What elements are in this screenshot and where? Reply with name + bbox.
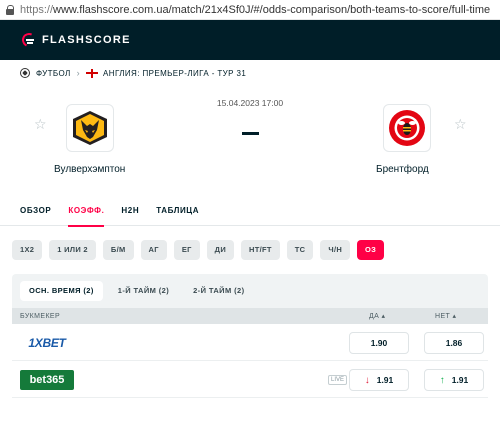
chip-ht-ft[interactable]: HT/FT (241, 240, 280, 260)
odd-no[interactable]: ↑ 1.91 (424, 369, 484, 391)
breadcrumb-league[interactable]: АНГЛИЯ: ПРЕМЬЕР-ЛИГА - ТУР 31 (103, 69, 246, 78)
table-row: 1XBET 1.90 1.86 (12, 324, 488, 361)
tab-odds[interactable]: КОЭФФ. (68, 196, 105, 227)
home-team-logo[interactable] (66, 104, 114, 152)
odd-value: 1.86 (445, 338, 463, 348)
england-flag-icon (86, 68, 99, 78)
flashscore-logo[interactable]: FLASHSCORE (20, 31, 131, 49)
odds-panel: ОСН. ВРЕМЯ (2) 1-Й ТАЙМ (2) 2-Й ТАЙМ (2)… (12, 274, 488, 398)
bet-type-selector: 1X2 1 ИЛИ 2 Б/М АГ ЕГ ДИ HT/FT ТС Ч/Н ОЗ (0, 226, 500, 274)
url-protocol: https:// (20, 3, 54, 16)
wolves-crest-icon (73, 111, 107, 145)
brentford-crest-icon (389, 110, 425, 146)
favorite-home-star-icon[interactable]: ☆ (34, 116, 47, 133)
site-header: FLASHSCORE (0, 20, 500, 60)
odd-value: 1.91 (376, 375, 394, 385)
odds-table-header: БУКМЕКЕР ДА ▴ НЕТ ▴ (12, 308, 488, 324)
tab-h2h[interactable]: H2H (121, 196, 139, 226)
address-bar[interactable]: https://www.flashscore.com.ua/match/21x4… (0, 0, 500, 20)
chip-correct-score[interactable]: ТС (286, 240, 314, 260)
flashscore-logo-icon (20, 31, 38, 49)
match-header: ☆ Вулверхэмптон 15.04.2023 17:00 ☆ Брент… (0, 86, 500, 196)
chip-1x2[interactable]: 1X2 (12, 240, 43, 260)
col-bookmaker: БУКМЕКЕР (20, 312, 61, 320)
period-first-half[interactable]: 1-Й ТАЙМ (2) (109, 281, 178, 301)
match-tabs: ОБЗОР КОЭФФ. H2H ТАБЛИЦА (0, 196, 500, 227)
chip-1-or-2[interactable]: 1 ИЛИ 2 (49, 240, 96, 260)
table-row: bet365 LIVE ↓ 1.91 ↑ 1.91 (12, 361, 488, 398)
odd-yes[interactable]: 1.90 (349, 332, 409, 354)
chip-over-under[interactable]: Б/М (102, 240, 134, 260)
football-icon (20, 68, 30, 78)
breadcrumb-sport[interactable]: ФУТБОЛ (36, 69, 71, 78)
period-full-time[interactable]: ОСН. ВРЕМЯ (2) (20, 281, 103, 301)
tab-overview[interactable]: ОБЗОР (20, 196, 51, 226)
tab-standings[interactable]: ТАБЛИЦА (156, 196, 199, 226)
breadcrumb: ФУТБОЛ › АНГЛИЯ: ПРЕМЬЕР-ЛИГА - ТУР 31 (0, 60, 500, 86)
home-team-name[interactable]: Вулверхэмптон (54, 164, 125, 175)
odd-value: 1.91 (451, 375, 469, 385)
chevron-right-icon: › (76, 68, 81, 78)
away-team-logo[interactable] (383, 104, 431, 152)
arrow-down-icon: ↓ (364, 374, 370, 386)
chip-asian-handicap[interactable]: АГ (140, 240, 167, 260)
col-yes[interactable]: ДА ▴ (369, 312, 385, 320)
chip-double-chance[interactable]: ДИ (206, 240, 235, 260)
chip-european-handicap[interactable]: ЕГ (173, 240, 200, 260)
odd-yes[interactable]: ↓ 1.91 (349, 369, 409, 391)
chip-odd-even[interactable]: Ч/Н (320, 240, 351, 260)
odd-value: 1.90 (370, 338, 388, 348)
live-badge: LIVE (328, 375, 348, 385)
favorite-away-star-icon[interactable]: ☆ (454, 116, 467, 133)
away-team-name[interactable]: Брентфорд (376, 164, 429, 175)
arrow-up-icon: ↑ (439, 374, 445, 386)
bookmaker-logo-bet365[interactable]: bet365 (20, 370, 74, 390)
col-no[interactable]: НЕТ ▴ (435, 312, 456, 320)
chip-both-teams-to-score[interactable]: ОЗ (357, 240, 385, 260)
period-second-half[interactable]: 2-Й ТАЙМ (2) (184, 281, 253, 301)
bookmaker-logo-1xbet[interactable]: 1XBET (20, 333, 74, 353)
period-tabs: ОСН. ВРЕМЯ (2) 1-Й ТАЙМ (2) 2-Й ТАЙМ (2) (12, 274, 488, 308)
url-text: www.flashscore.com.ua/match/21x4Sf0J/#/o… (53, 3, 491, 16)
lock-icon (6, 4, 15, 15)
logo-text: FLASHSCORE (42, 34, 131, 46)
odd-no[interactable]: 1.86 (424, 332, 484, 354)
score-dash (242, 132, 259, 135)
